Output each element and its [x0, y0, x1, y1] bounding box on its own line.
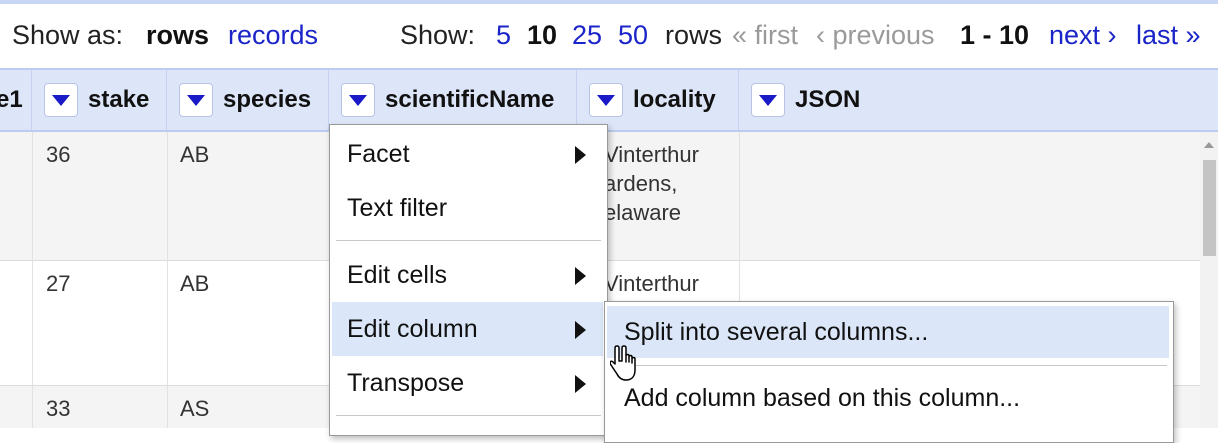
menu-item-label: Add column based on this column...	[624, 384, 1021, 412]
show-label: Show:	[400, 20, 476, 50]
column-dropdown-icon[interactable]	[341, 83, 375, 117]
rows-label: rows	[665, 20, 723, 50]
page-size-10: 10	[527, 20, 558, 50]
page-size-5[interactable]: 5	[496, 20, 511, 51]
column-label: species	[223, 86, 312, 113]
menu-item-add-column[interactable]: Add column based on this column...	[607, 372, 1169, 424]
page-range: 1 - 10	[960, 20, 1030, 50]
scrollbar-thumb[interactable]	[1203, 160, 1216, 256]
menu-item-text-filter[interactable]: Text filter	[332, 181, 603, 235]
column-label: scientificName	[385, 86, 555, 113]
column-divider	[167, 132, 168, 428]
column-label: locality	[633, 86, 716, 113]
menu-item-label: Facet	[347, 140, 410, 168]
submenu-arrow-icon	[575, 267, 586, 285]
column-dropdown-icon[interactable]	[751, 83, 785, 117]
menu-item-label: Text filter	[347, 194, 448, 222]
column-label: JSON	[795, 86, 861, 113]
column-header-stake: stake	[32, 70, 167, 130]
view-toolbar: Show as: rows records Show: 5 10 25 50 r…	[0, 4, 1218, 68]
menu-item-label: Split into several columns...	[624, 318, 929, 346]
column-divider	[32, 132, 33, 428]
column-dropdown-icon[interactable]	[44, 83, 78, 117]
cell-species: AB	[180, 271, 210, 296]
submenu-arrow-icon	[575, 375, 586, 393]
menu-item-label: Edit cells	[347, 261, 448, 289]
menu-separator	[611, 365, 1167, 366]
menu-item-edit-column[interactable]: Edit column	[332, 302, 603, 356]
submenu-arrow-icon	[575, 146, 586, 164]
column-label: stake	[88, 86, 150, 113]
column-header-locality: locality	[577, 70, 739, 130]
menu-item-transpose[interactable]: Transpose	[332, 356, 603, 410]
column-header-e1: e1	[0, 70, 32, 130]
vertical-scrollbar[interactable]	[1200, 132, 1218, 428]
page-size-50[interactable]: 50	[618, 20, 648, 51]
last-link[interactable]: last »	[1136, 20, 1201, 51]
column-header-row: e1 stake species scientificName locality…	[0, 68, 1218, 132]
cell-species: AB	[180, 142, 210, 167]
first-link: « first	[732, 20, 799, 50]
column-menu: Facet Text filter Edit cells Edit column…	[329, 124, 608, 436]
cell-locality-line: Vinterthur	[604, 142, 699, 167]
cell-locality-line: Vinterthur	[604, 271, 699, 296]
menu-item-split-columns[interactable]: Split into several columns...	[607, 306, 1169, 358]
show-as-label: Show as:	[12, 20, 124, 50]
cell-stake: 33	[46, 396, 71, 421]
cell-locality-line: ardens,	[604, 171, 678, 196]
mode-rows: rows	[146, 20, 210, 50]
menu-separator	[336, 240, 601, 241]
hand-pointer-icon	[610, 345, 636, 381]
menu-item-label: Transpose	[347, 369, 465, 397]
column-header-species: species	[167, 70, 329, 130]
cell-species: AS	[180, 396, 210, 421]
scroll-up-icon[interactable]	[1204, 142, 1214, 148]
column-label: e1	[0, 86, 23, 113]
menu-item-edit-cells[interactable]: Edit cells	[332, 248, 603, 302]
next-link[interactable]: next ›	[1049, 20, 1117, 51]
mode-records-link[interactable]: records	[228, 20, 318, 51]
column-dropdown-icon[interactable]	[179, 83, 213, 117]
menu-separator	[336, 415, 601, 416]
cell-stake: 27	[46, 271, 71, 296]
submenu-arrow-icon	[575, 321, 586, 339]
column-header-scientificname: scientificName	[329, 70, 577, 130]
previous-link: ‹ previous	[816, 20, 935, 50]
menu-item-label: Edit column	[347, 315, 478, 343]
edit-column-submenu: Split into several columns... Add column…	[604, 301, 1174, 443]
column-header-json: JSON	[739, 70, 1218, 130]
column-dropdown-icon[interactable]	[589, 83, 623, 117]
cell-stake: 36	[46, 142, 71, 167]
menu-item-facet[interactable]: Facet	[332, 127, 603, 181]
cell-locality-line: elaware	[604, 200, 682, 225]
page-size-25[interactable]: 25	[572, 20, 602, 51]
